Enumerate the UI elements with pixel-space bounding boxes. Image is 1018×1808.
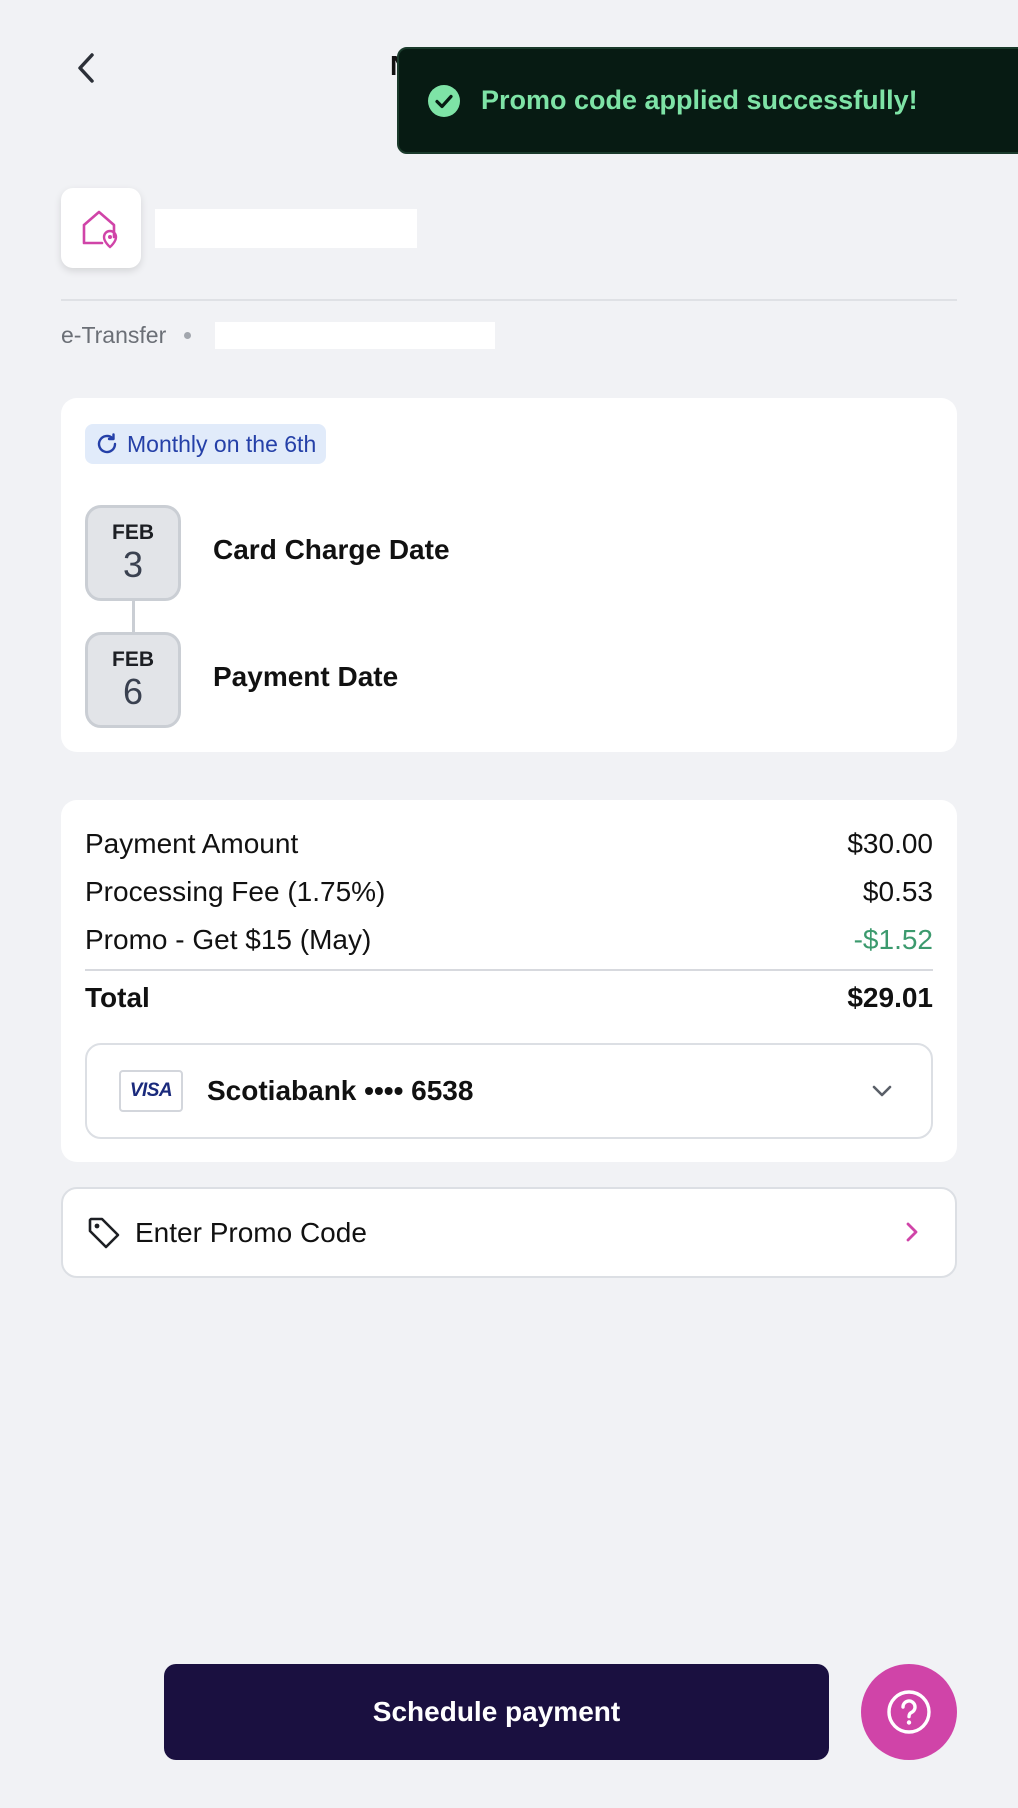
summary-label: Promo - Get $15 (May)	[85, 924, 372, 955]
account-redacted	[215, 322, 495, 349]
payee-avatar	[61, 188, 141, 268]
visa-logo: VISA	[119, 1070, 183, 1112]
summary-row: Payment Amount $30.00	[85, 826, 933, 862]
recurrence-label: Monthly on the 6th	[127, 430, 317, 457]
date-month: FEB	[112, 521, 154, 544]
charge-date-tile: FEB 3	[85, 505, 181, 601]
help-circle-icon	[887, 1690, 931, 1734]
payment-review-screen: N Promo code applied successfully! e-Tra…	[0, 0, 1018, 1808]
divider	[85, 969, 933, 971]
total-value: $29.01	[847, 982, 933, 1013]
timeline-connector	[132, 600, 135, 634]
date-day: 3	[122, 544, 144, 585]
check-circle-icon	[428, 84, 460, 117]
promo-label: Enter Promo Code	[135, 1216, 367, 1248]
chevron-down-icon	[872, 1085, 892, 1097]
back-button[interactable]	[62, 44, 110, 92]
summary-label: Processing Fee (1.75%)	[85, 876, 386, 907]
payment-date-tile: FEB 6	[85, 632, 181, 728]
help-button[interactable]	[861, 1664, 957, 1760]
refresh-icon	[97, 433, 117, 454]
separator-dot	[184, 331, 192, 339]
divider	[61, 299, 957, 301]
home-location-icon	[82, 210, 118, 249]
schedule-card: Monthly on the 6th FEB 3 Card Charge Dat…	[61, 398, 957, 752]
summary-row: Promo - Get $15 (May) -$1.52	[85, 922, 933, 958]
total-label: Total	[85, 982, 150, 1013]
payment-method-row: e-Transfer	[61, 318, 207, 352]
toast-message: Promo code applied successfully!	[481, 85, 918, 115]
success-toast: Promo code applied successfully!	[397, 47, 1018, 154]
date-month: FEB	[112, 648, 154, 671]
chevron-left-icon	[78, 53, 94, 83]
charge-date-label: Card Charge Date	[213, 534, 450, 565]
payment-card-select[interactable]: VISA Scotiabank •••• 6538	[85, 1043, 933, 1139]
recurrence-badge: Monthly on the 6th	[85, 424, 327, 464]
summary-value: $0.53	[862, 876, 933, 907]
total-row: Total $29.01	[85, 980, 933, 1016]
date-day: 6	[122, 671, 144, 712]
payee-name-redacted	[155, 209, 417, 248]
schedule-payment-button[interactable]: Schedule payment	[164, 1664, 829, 1760]
chevron-right-icon	[906, 1222, 918, 1242]
summary-value: $30.00	[847, 828, 933, 859]
payment-date-label: Payment Date	[213, 661, 399, 692]
enter-promo-code-button[interactable]: Enter Promo Code	[61, 1187, 957, 1278]
discount-value: -$1.52	[853, 924, 933, 955]
summary-label: Payment Amount	[85, 828, 299, 859]
tag-icon	[88, 1217, 120, 1248]
method-label: e-Transfer	[61, 321, 167, 348]
amount-summary-card: Payment Amount $30.00 Processing Fee (1.…	[61, 800, 957, 1162]
summary-row: Processing Fee (1.75%) $0.53	[85, 874, 933, 910]
card-label: Scotiabank •••• 6538	[207, 1075, 474, 1106]
